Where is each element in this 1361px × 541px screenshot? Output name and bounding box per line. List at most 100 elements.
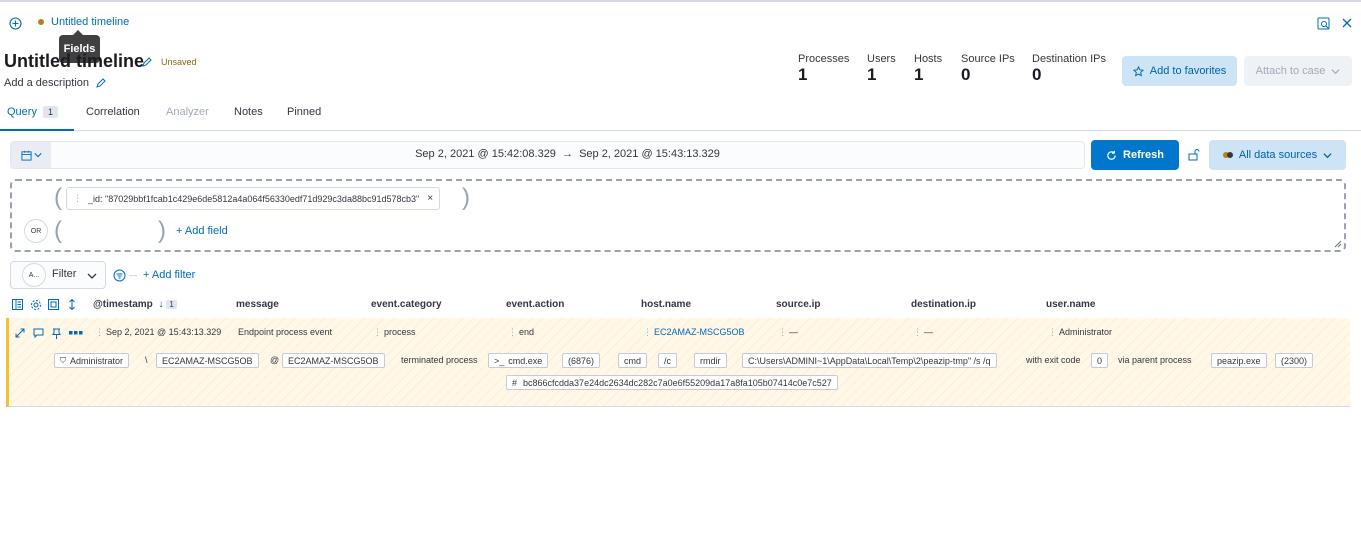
column-header-event-category[interactable]: event.category xyxy=(371,299,442,310)
add-note-icon[interactable] xyxy=(32,327,44,339)
table-row[interactable]: ⋮ Sep 2, 2021 @ 15:43:13.329 Endpoint pro… xyxy=(6,318,1350,407)
calendar-icon xyxy=(20,150,32,161)
detail-arg-pill[interactable]: cmd xyxy=(618,353,648,368)
query-field-pill[interactable]: ⋮ _id: "87029bbf1fcab1c429e6de5812a4a064… xyxy=(66,187,441,210)
inspect-icon[interactable] xyxy=(1315,15,1331,31)
query-pill-text: _id: "87029bbf1fcab1c429e6de5812a4a064f5… xyxy=(88,193,420,204)
column-header-source-ip[interactable]: source.ip xyxy=(776,299,820,310)
filter-label[interactable]: Filter xyxy=(52,268,76,280)
add-to-favorites-button[interactable]: Add to favorites xyxy=(1122,56,1237,86)
detail-process-name: cmd.exe xyxy=(508,355,543,366)
add-field-link[interactable]: + Add field xyxy=(176,225,228,237)
tab-correlation[interactable]: Correlation xyxy=(86,106,140,118)
date-range-picker[interactable]: Sep 2, 2021 @ 15:42:08.329 → Sep 2, 2021… xyxy=(10,141,1085,169)
start-date[interactable]: Sep 2, 2021 @ 15:42:08.329 xyxy=(415,148,556,160)
edit-title-icon[interactable] xyxy=(140,56,152,68)
stat-label: Users xyxy=(867,53,896,65)
expand-event-icon[interactable] xyxy=(14,327,26,339)
date-arrow: → xyxy=(562,148,573,160)
column-header-timestamp[interactable]: @timestamp ↓ 1 xyxy=(93,299,177,310)
detail-domain-pill[interactable]: EC2AMAZ-MSCG5OB xyxy=(156,353,259,368)
stat-hosts: Hosts 1 xyxy=(914,53,942,85)
edit-description-icon[interactable] xyxy=(94,77,106,89)
attach-to-case-button[interactable]: Attach to case xyxy=(1244,56,1352,86)
hash-icon: # xyxy=(512,377,518,388)
add-filter-link[interactable]: + Add filter xyxy=(143,269,195,281)
filter-options-icon[interactable] xyxy=(112,268,126,282)
column-header-user-name[interactable]: user.name xyxy=(1046,299,1095,310)
query-dropzone[interactable]: ( ⋮ _id: "87029bbf1fcab1c429e6de5812a4a0… xyxy=(10,179,1346,252)
stat-value: 1 xyxy=(867,65,877,84)
tab-notes[interactable]: Notes xyxy=(234,106,263,118)
end-date[interactable]: Sep 2, 2021 @ 15:43:13.329 xyxy=(579,148,720,160)
timeline-breadcrumb-title[interactable]: Untitled timeline xyxy=(51,16,129,28)
data-sources-label: All data sources xyxy=(1238,149,1318,161)
column-header-destination-ip[interactable]: destination.ip xyxy=(911,299,976,310)
detail-hash-pill[interactable]: # bc866cfcdda37e24dc2634dc282c7a0e6f5520… xyxy=(506,375,838,390)
active-tab-indicator xyxy=(0,129,74,131)
column-header-message[interactable]: message xyxy=(236,299,279,310)
stat-label: Destination IPs xyxy=(1032,53,1106,65)
add-new-timeline-icon[interactable] xyxy=(7,15,23,31)
detail-process-pill[interactable]: >_ cmd.exe xyxy=(488,353,549,368)
tab-query-count: 1 xyxy=(42,106,58,118)
fields-browser-icon[interactable] xyxy=(11,298,24,311)
or-badge: OR xyxy=(24,219,48,243)
cell-event-category: ⋮ process xyxy=(373,327,416,337)
sort-descending-icon[interactable]: ↓ xyxy=(159,299,164,310)
cell-value[interactable]: end xyxy=(519,327,534,337)
quick-menu-button[interactable] xyxy=(11,142,51,168)
refresh-icon xyxy=(1107,150,1116,160)
data-sources-button[interactable]: All data sources xyxy=(1209,140,1346,170)
column-header-host-name[interactable]: host.name xyxy=(641,299,691,310)
filter-bar[interactable]: A... Filter xyxy=(10,261,106,289)
detail-user-pill[interactable]: ⛉ Administrator xyxy=(54,353,130,368)
fullscreen-icon[interactable] xyxy=(47,298,60,311)
detail-arg-pill[interactable]: /c xyxy=(658,353,678,368)
sort-icon[interactable] xyxy=(66,298,78,311)
host-name-link[interactable]: EC2AMAZ-MSCG5OB xyxy=(654,327,745,337)
unlock-icon[interactable] xyxy=(1187,147,1201,161)
detail-arg-pill[interactable]: rmdir xyxy=(694,353,727,368)
tab-query[interactable]: Query 1 xyxy=(7,106,58,118)
refresh-label: Refresh xyxy=(1123,149,1164,161)
cell-value[interactable]: process xyxy=(384,327,416,337)
detail-host-pill[interactable]: EC2AMAZ-MSCG5OB xyxy=(282,353,385,368)
resize-handle-icon[interactable] xyxy=(1334,240,1342,248)
detail-parent-pid-pill[interactable]: (2300) xyxy=(1275,353,1314,368)
more-actions-icon[interactable] xyxy=(69,329,83,337)
detail-exit-code-pill[interactable]: 0 xyxy=(1091,353,1109,368)
stat-label: Source IPs xyxy=(961,53,1015,65)
stat-processes: Processes 1 xyxy=(798,53,849,85)
stat-label: Processes xyxy=(798,53,850,65)
stat-value: 0 xyxy=(961,65,971,84)
drag-handle-icon[interactable]: ⋮ xyxy=(73,193,82,204)
chevron-down-icon[interactable] xyxy=(87,271,97,281)
console-icon: >_ xyxy=(494,355,505,366)
detail-pid-pill[interactable]: (6876) xyxy=(562,353,601,368)
filter-avatar[interactable]: A... xyxy=(22,263,46,287)
detail-parent-pill[interactable]: peazip.exe xyxy=(1211,353,1267,368)
refresh-button[interactable]: Refresh xyxy=(1091,140,1179,170)
cell-value[interactable]: Administrator xyxy=(1059,327,1112,337)
terminated-process-text: terminated process xyxy=(401,355,478,365)
tab-pinned[interactable]: Pinned xyxy=(287,106,321,118)
cell-destination-ip: ⋮ — xyxy=(913,327,933,337)
page-title: Untitled timeline xyxy=(4,51,145,71)
cell-value[interactable]: Sep 2, 2021 @ 15:43:13.329 xyxy=(106,327,221,337)
close-icon[interactable] xyxy=(1339,15,1355,31)
tab-query-label: Query xyxy=(7,106,37,118)
attach-to-case-label: Attach to case xyxy=(1255,65,1326,77)
description-placeholder[interactable]: Add a description xyxy=(4,77,89,89)
remove-pill-icon[interactable]: × xyxy=(427,193,433,204)
stat-value: 1 xyxy=(914,65,924,84)
cell-value[interactable]: — xyxy=(789,327,798,337)
tab-analyzer[interactable]: Analyzer xyxy=(166,106,209,118)
data-sources-icon xyxy=(1222,152,1233,158)
column-header-event-action[interactable]: event.action xyxy=(506,299,564,310)
gear-icon[interactable] xyxy=(29,298,42,311)
cell-value[interactable]: — xyxy=(924,327,933,337)
pin-icon[interactable] xyxy=(50,327,62,339)
column-header-label: @timestamp xyxy=(93,299,153,310)
detail-arg-pill[interactable]: C:\Users\ADMINI~1\AppData\Local\Temp\2\p… xyxy=(742,353,997,368)
